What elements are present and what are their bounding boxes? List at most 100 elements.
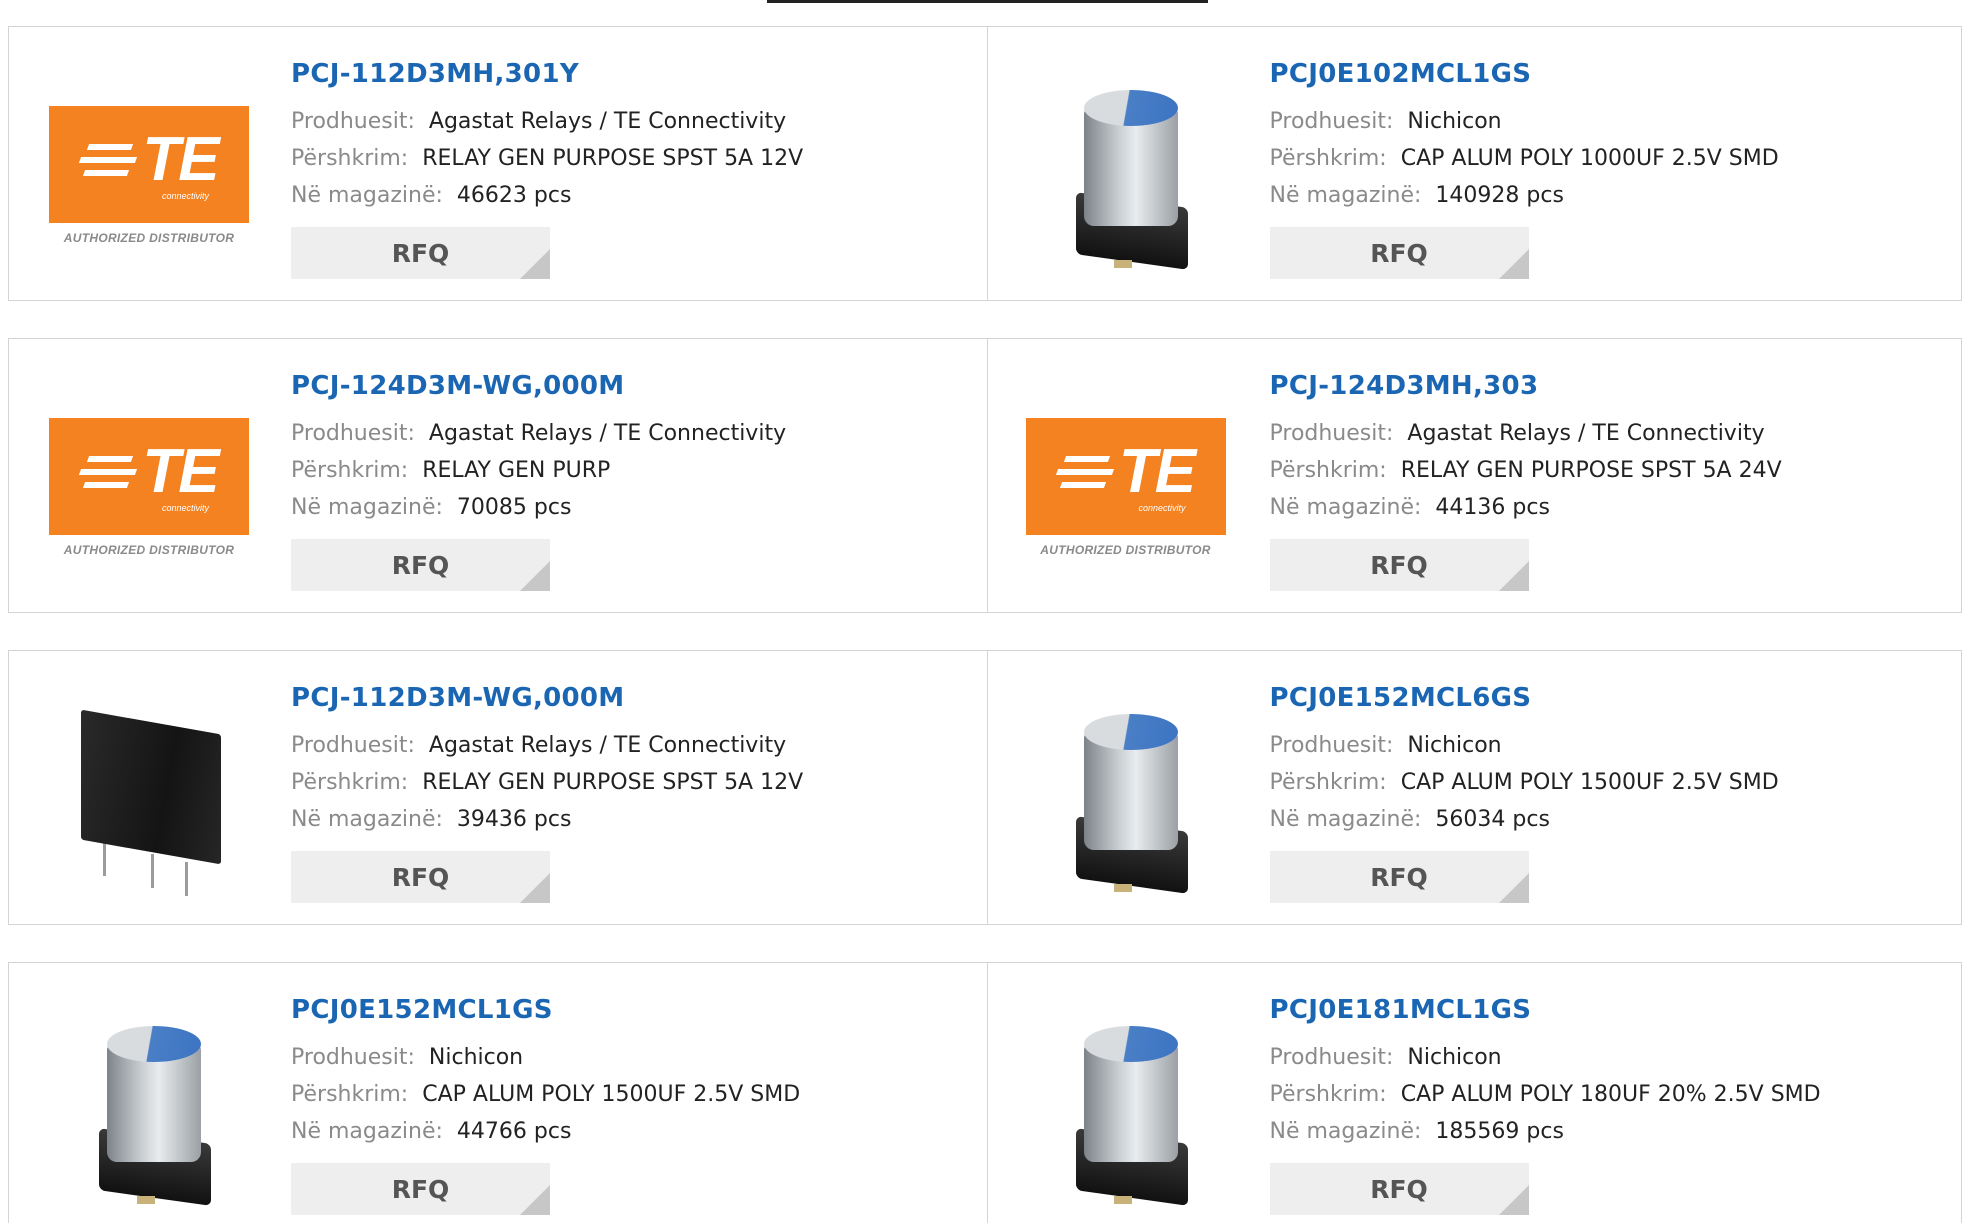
stock-label: Në magazinë: [291,495,443,520]
manufacturer-value: Nichicon [428,1045,524,1070]
stock-label: Në magazinë: [1269,495,1422,520]
stock-row: Në magazinë: 185569 pcs [1270,1113,1821,1150]
product-image-link[interactable] [1026,699,1226,899]
relay-image [59,704,239,896]
manufacturer-row: Prodhuesit: Agastat Relays / TE Connectiv… [1270,415,1782,452]
relay-body [81,709,221,865]
part-number-link[interactable]: PCJ0E181MCL1GS [1270,995,1821,1025]
stock-value: 39436 pcs [456,807,572,832]
product-info: PCJ0E152MCL6GS Prodhuesit: Nichicon Përsh… [1270,683,1779,838]
stock-value: 44136 pcs [1435,495,1550,520]
manufacturer-row: Prodhuesit: Agastat Relays / TE Connectiv… [291,103,803,140]
manufacturer-value: Nichicon [1407,733,1502,758]
description-row: Përshkrim: RELAY GEN PURPOSE SPST 5A 12V [291,764,803,801]
description-value: RELAY GEN PURP [422,458,611,483]
stock-row: Në magazinë: 44136 pcs [1270,489,1782,526]
stock-value: 44766 pcs [456,1119,572,1144]
stock-value: 70085 pcs [456,495,572,520]
description-label: Përshkrim: [1269,770,1387,795]
description-value: RELAY GEN PURPOSE SPST 5A 12V [422,146,804,171]
rfq-label: RFQ [1370,238,1428,268]
rfq-label: RFQ [1370,550,1428,580]
te-logo-box: TE connectivity [1025,417,1226,535]
part-number-link[interactable]: PCJ-112D3MH,301Y [291,59,803,89]
te-logo-text: TE [142,437,219,506]
manufacturer-row: Prodhuesit: Nichicon [1270,727,1779,764]
capacitor-pad [137,1196,155,1204]
part-number-link[interactable]: PCJ-112D3M-WG,000M [291,683,803,713]
authorized-distributor-caption: AUTHORIZED DISTRIBUTOR [63,230,235,245]
product-image-link[interactable] [1026,75,1226,275]
rfq-label: RFQ [391,1174,450,1204]
manufacturer-value: Nichicon [1407,1045,1502,1070]
product-image-link[interactable]: TE connectivity AUTHORIZED DISTRIBUTOR [49,387,249,587]
te-logo-mark: TE [1055,441,1196,503]
product-card: TE connectivity AUTHORIZED DISTRIBUTOR P… [9,27,987,300]
te-logo-box: TE connectivity [49,417,249,535]
product-image-link[interactable] [1026,1011,1226,1211]
stock-label: Në magazinë: [1269,1119,1422,1144]
stock-label: Në magazinë: [291,1119,443,1144]
capacitor-top [1083,1026,1178,1062]
description-label: Përshkrim: [291,458,409,483]
product-image-link[interactable]: TE connectivity AUTHORIZED DISTRIBUTOR [49,75,249,275]
stock-label: Në magazinë: [291,183,443,208]
stock-row: Në magazinë: 46623 pcs [291,177,803,214]
manufacturer-label: Prodhuesit: [291,421,415,446]
manufacturer-label: Prodhuesit: [1269,733,1394,758]
authorized-distributor-caption: AUTHORIZED DISTRIBUTOR [1040,542,1211,557]
manufacturer-label: Prodhuesit: [291,109,415,134]
part-number-link[interactable]: PCJ0E152MCL1GS [291,995,800,1025]
part-number-link[interactable]: PCJ0E152MCL6GS [1270,683,1779,713]
product-image-link[interactable]: TE connectivity AUTHORIZED DISTRIBUTOR [1025,387,1226,587]
rfq-button[interactable]: RFQ [1269,539,1529,591]
description-label: Përshkrim: [1269,146,1387,171]
product-image-link[interactable] [49,699,249,899]
stock-value: 46623 pcs [456,183,572,208]
te-connectivity-logo: TE connectivity AUTHORIZED DISTRIBUTOR [49,105,249,245]
description-label: Përshkrim: [291,1082,409,1107]
rfq-button[interactable]: RFQ [1269,851,1529,903]
top-divider [767,0,1208,3]
te-logo-subtext: connectivity [1138,502,1186,513]
description-row: Përshkrim: RELAY GEN PURPOSE SPST 5A 24V [1270,452,1782,489]
part-number-link[interactable]: PCJ0E102MCL1GS [1270,59,1779,89]
te-logo-lines-icon [79,144,138,176]
stock-row: Në magazinë: 44766 pcs [291,1113,800,1150]
product-card: TE connectivity AUTHORIZED DISTRIBUTOR P… [9,339,987,612]
rfq-button[interactable]: RFQ [1269,1163,1529,1215]
description-row: Përshkrim: RELAY GEN PURP [291,452,786,489]
rfq-button[interactable]: RFQ [291,1163,550,1215]
product-image-link[interactable] [49,1011,249,1211]
description-row: Përshkrim: CAP ALUM POLY 1500UF 2.5V SMD [1270,764,1779,801]
manufacturer-row: Prodhuesit: Nichicon [291,1039,800,1076]
manufacturer-label: Prodhuesit: [1269,421,1394,446]
manufacturer-value: Agastat Relays / TE Connectivity [428,421,787,446]
manufacturer-row: Prodhuesit: Nichicon [1270,103,1779,140]
description-label: Përshkrim: [291,770,409,795]
rfq-button[interactable]: RFQ [1269,227,1529,279]
manufacturer-row: Prodhuesit: Nichicon [1270,1039,1821,1076]
rfq-button[interactable]: RFQ [291,851,550,903]
rfq-button[interactable]: RFQ [291,227,550,279]
product-info: PCJ0E181MCL1GS Prodhuesit: Nichicon Përsh… [1270,995,1821,1150]
product-card: PCJ0E152MCL6GS Prodhuesit: Nichicon Përsh… [986,651,1962,924]
description-row: Përshkrim: CAP ALUM POLY 180UF 20% 2.5V S… [1270,1076,1821,1113]
product-card: PCJ0E102MCL1GS Prodhuesit: Nichicon Përsh… [986,27,1962,300]
description-label: Përshkrim: [291,146,409,171]
part-number-link[interactable]: PCJ-124D3MH,303 [1270,371,1782,401]
relay-pin [151,854,154,888]
stock-row: Në magazinë: 56034 pcs [1270,801,1779,838]
stock-row: Në magazinë: 39436 pcs [291,801,803,838]
product-row: TE connectivity AUTHORIZED DISTRIBUTOR P… [8,26,1962,301]
part-number-link[interactable]: PCJ-124D3M-WG,000M [291,371,786,401]
rfq-button[interactable]: RFQ [291,539,550,591]
manufacturer-value: Agastat Relays / TE Connectivity [1407,421,1765,446]
product-info: PCJ0E152MCL1GS Prodhuesit: Nichicon Përsh… [291,995,800,1150]
te-logo-lines-icon [79,456,138,488]
description-label: Përshkrim: [1269,1082,1387,1107]
rfq-label: RFQ [391,862,450,892]
description-value: CAP ALUM POLY 1000UF 2.5V SMD [1400,146,1779,171]
capacitor-image [1046,80,1206,270]
product-row: PCJ0E152MCL1GS Prodhuesit: Nichicon Përsh… [8,962,1962,1223]
